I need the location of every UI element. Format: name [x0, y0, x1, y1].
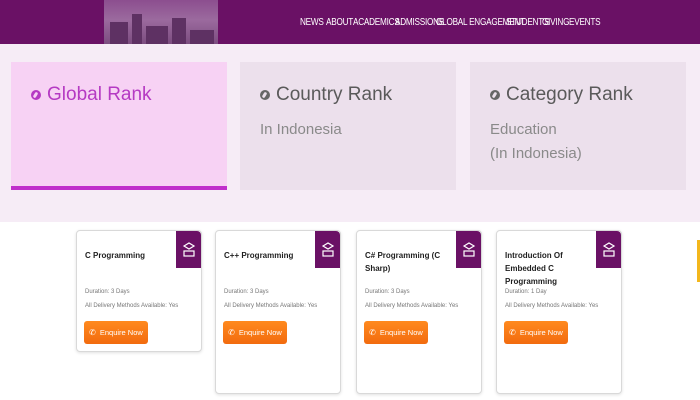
course-duration: Duration: 3 Days [365, 289, 410, 295]
rank-icon [490, 90, 500, 100]
nav-news[interactable]: NEWS [300, 17, 324, 28]
enquire-now-button[interactable]: ✆ Enquire Now [364, 321, 428, 344]
course-card[interactable]: Introduction Of Embedded C Programming D… [496, 230, 622, 394]
rank-tab-global[interactable]: Global Rank [11, 62, 227, 190]
enquire-now-button[interactable]: ✆ Enquire Now [223, 321, 287, 344]
course-card[interactable]: C++ Programming Duration: 3 Days All Del… [215, 230, 341, 394]
rank-subtitle: Education [490, 121, 557, 138]
banner-image [104, 0, 218, 44]
rank-subtitle-2: (In Indonesia) [490, 145, 582, 162]
course-duration: Duration: 3 Days [85, 289, 130, 295]
course-badge-icon [596, 231, 621, 268]
rank-tab-country[interactable]: Country Rank In Indonesia [240, 62, 456, 190]
course-delivery: All Delivery Methods Available: Yes [505, 303, 599, 309]
course-title: C# Programming (C Sharp) [365, 251, 441, 273]
nav-global-engagement[interactable]: GLOBAL ENGAGEMENT [436, 17, 525, 28]
course-delivery: All Delivery Methods Available: Yes [224, 303, 318, 309]
course-badge-icon [456, 231, 481, 268]
course-title: C++ Programming [224, 251, 294, 260]
course-card[interactable]: C Programming Duration: 3 Days All Deliv… [76, 230, 202, 352]
phone-icon: ✆ [228, 328, 235, 337]
course-duration: Duration: 1 Day [505, 289, 547, 295]
phone-icon: ✆ [369, 328, 376, 337]
main-nav: NEWS ABOUT ACADEMICS ADMISSIONS GLOBAL E… [300, 0, 601, 44]
nav-academics[interactable]: ACADEMICS [353, 17, 400, 28]
active-tab-indicator [11, 186, 227, 190]
course-title: C Programming [85, 251, 146, 260]
rank-subtitle: In Indonesia [260, 121, 342, 138]
course-duration: Duration: 3 Days [224, 289, 269, 295]
enquire-now-button[interactable]: ✆ Enquire Now [504, 321, 568, 344]
course-title: Introduction Of Embedded C Programming [505, 251, 563, 286]
course-badge-icon [315, 231, 340, 268]
nav-giving[interactable]: GIVING [542, 17, 569, 28]
course-badge-icon [176, 231, 201, 268]
rank-title: Global Rank [47, 84, 152, 105]
course-delivery: All Delivery Methods Available: Yes [365, 303, 459, 309]
rank-icon [31, 90, 41, 100]
enquire-now-button[interactable]: ✆ Enquire Now [84, 321, 148, 344]
course-delivery: All Delivery Methods Available: Yes [85, 303, 179, 309]
nav-admissions[interactable]: ADMISSIONS [395, 17, 444, 28]
nav-about[interactable]: ABOUT [326, 17, 353, 28]
course-card[interactable]: C# Programming (C Sharp) Duration: 3 Day… [356, 230, 482, 394]
rank-section: Global Rank Country Rank In Indonesia Ca… [0, 44, 700, 222]
top-navigation-bar: NEWS ABOUT ACADEMICS ADMISSIONS GLOBAL E… [0, 0, 700, 44]
rank-tab-category[interactable]: Category Rank Education (In Indonesia) [470, 62, 686, 190]
rank-title: Category Rank [506, 84, 633, 105]
nav-events[interactable]: EVENTS [569, 17, 601, 28]
rank-title: Country Rank [276, 84, 393, 105]
rank-icon [260, 90, 270, 100]
phone-icon: ✆ [89, 328, 96, 337]
phone-icon: ✆ [509, 328, 516, 337]
nav-students[interactable]: STUDENT'S [506, 17, 550, 28]
